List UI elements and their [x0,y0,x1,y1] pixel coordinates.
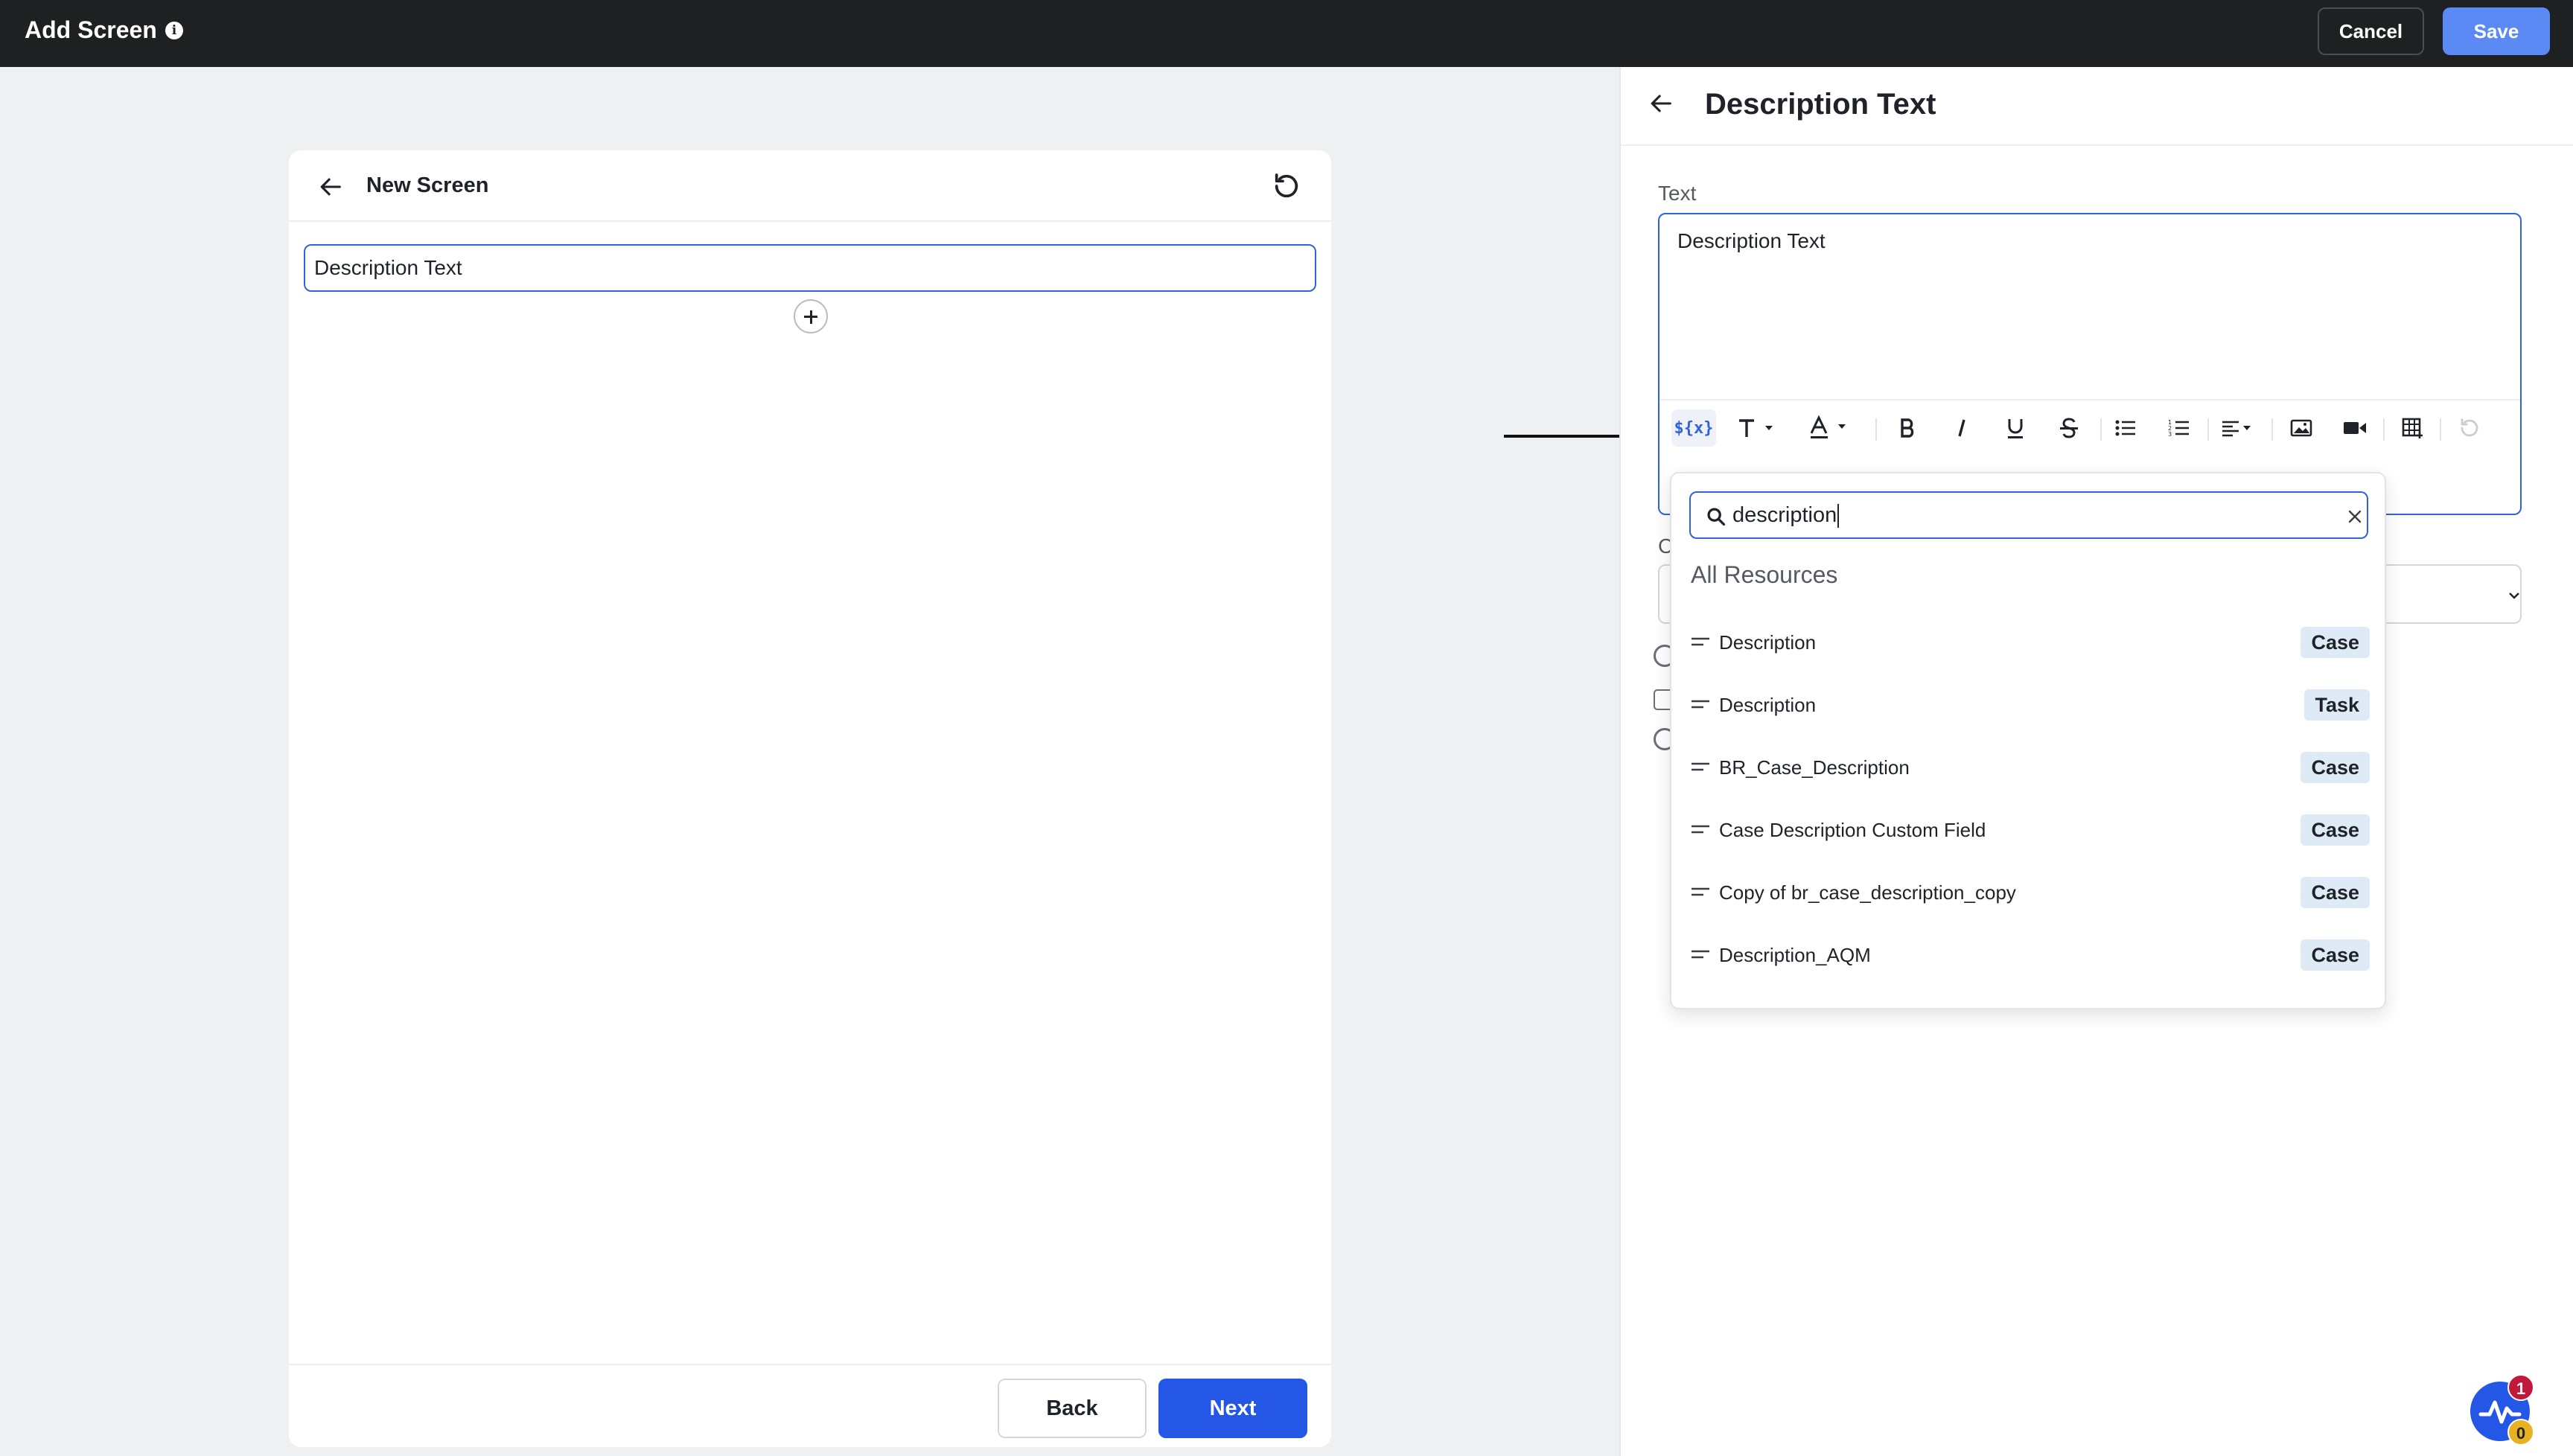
resource-type-badge: Case [2301,939,2370,971]
resource-list: Description Case Description Task BR_Cas… [1671,612,2385,987]
list-item[interactable]: Copy of br_case_description_copy Case [1671,862,2385,925]
undo-icon [2453,409,2486,447]
list-item[interactable]: Description_AQM Case [1671,925,2385,987]
canvas-title: New Screen [366,173,489,197]
bold-icon[interactable] [1892,409,1925,447]
resource-name: Description [1719,631,1817,654]
panel-title: Description Text [1705,88,1936,121]
info-icon[interactable]: i [165,22,183,39]
toolbar-divider [2440,418,2441,441]
canvas-footer: Back Next [289,1364,1331,1447]
group-title: All Resources [1691,561,1838,588]
resource-search-input[interactable]: description [1689,491,2368,539]
cancel-button[interactable]: Cancel [2318,7,2424,55]
screen-canvas: New Screen Description Text Back Next [289,150,1331,1447]
resource-dropdown: description All Resources Description Ca… [1670,472,2386,1009]
toolbar-divider [2100,418,2102,441]
pending-badge: 0 [2507,1419,2534,1446]
video-icon[interactable] [2338,409,2371,447]
canvas-header: New Screen [289,150,1331,222]
editor-content[interactable]: Description Text [1677,229,1826,253]
resource-name: BR_Case_Description [1719,756,1910,779]
panel-header: Description Text [1621,67,2573,146]
search-value[interactable]: description [1732,503,1840,529]
rich-text-editor[interactable]: Description Text ${x} 1 2 3 [1658,213,2522,515]
arrow-left-icon[interactable] [319,174,344,199]
list-item[interactable]: Description Task [1671,674,2385,737]
resource-name: Description_AQM [1719,944,1871,966]
text-size-icon[interactable] [1734,409,1782,447]
bullet-list-icon[interactable] [2109,409,2142,447]
toolbar-divider [2207,418,2209,441]
toolbar-divider [2383,418,2385,441]
underline-icon[interactable] [1999,409,2032,447]
editor-toolbar: ${x} 123 [1659,399,2520,459]
resource-type-badge: Case [2301,877,2370,908]
add-component-icon[interactable] [794,299,828,333]
list-item[interactable]: BR_Case_Description Case [1671,737,2385,799]
resource-type-badge: Case [2301,814,2370,846]
image-icon[interactable] [2285,409,2318,447]
toolbar-divider [1875,418,1877,441]
resource-type-badge: Task [2304,689,2370,721]
text-field-icon [1692,887,1709,896]
resource-type-badge: Case [2301,752,2370,783]
refresh-icon[interactable] [1272,171,1301,201]
top-bar: Add Screen i Cancel Save [0,0,2573,67]
save-button[interactable]: Save [2443,7,2550,55]
search-icon [1707,508,1726,526]
text-field-icon [1692,637,1709,646]
next-button[interactable]: Next [1158,1379,1307,1438]
resource-name: Description [1719,694,1817,716]
list-item[interactable]: Description Case [1671,612,2385,674]
italic-icon[interactable] [1945,409,1978,447]
text-field-icon [1692,762,1709,771]
variable-icon[interactable]: ${x} [1671,409,1716,447]
strikethrough-icon[interactable] [2053,409,2085,447]
text-field-icon [1692,950,1709,959]
align-icon[interactable] [2216,409,2261,447]
page-title: Add Screen [25,16,157,43]
arrow-left-icon[interactable] [1649,91,1674,116]
resource-name: Copy of br_case_description_copy [1719,881,2016,904]
back-button[interactable]: Back [998,1379,1147,1438]
text-label: Text [1658,182,1697,205]
chevron-down-icon[interactable] [2507,588,2522,603]
list-item[interactable]: Case Description Custom Field Case [1671,799,2385,862]
toolbar-divider [2271,418,2273,441]
description-text-field[interactable]: Description Text [304,244,1316,292]
font-color-icon[interactable] [1805,409,1858,447]
text-field-icon [1692,825,1709,834]
resource-name: Case Description Custom Field [1719,819,1986,841]
table-icon[interactable] [2397,409,2429,447]
notification-badge: 1 [2507,1374,2534,1401]
text-field-icon [1692,700,1709,709]
resource-type-badge: Case [2301,627,2370,658]
svg-text:3: 3 [2168,431,2172,438]
numbered-list-icon[interactable]: 123 [2163,409,2196,447]
close-icon[interactable] [2346,508,2364,526]
